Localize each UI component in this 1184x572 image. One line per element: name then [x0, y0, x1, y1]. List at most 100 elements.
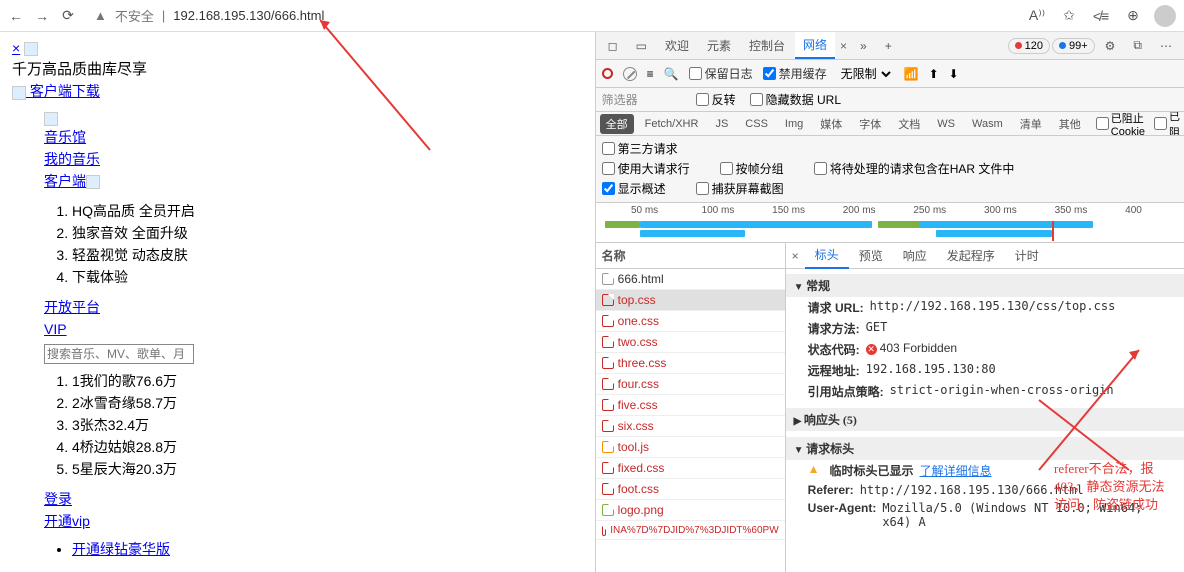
tab-timing[interactable]: 计时: [1005, 243, 1049, 268]
request-row[interactable]: 666.html: [596, 269, 785, 290]
type-chip[interactable]: CSS: [739, 116, 774, 132]
error-badge[interactable]: 120: [1008, 38, 1050, 54]
profile-avatar[interactable]: [1154, 5, 1176, 27]
close-detail-icon[interactable]: ×: [786, 249, 805, 263]
forward-icon[interactable]: →: [34, 8, 50, 24]
section-header[interactable]: 请求标头: [786, 437, 1184, 460]
request-row[interactable]: INA%7D%7DJID%7%3DJIDT%60PW: [596, 521, 785, 540]
referer-value: http://192.168.195.130/666.html: [860, 483, 1084, 497]
more-tabs-icon[interactable]: »: [852, 35, 875, 57]
add-tab-icon[interactable]: +: [877, 35, 900, 57]
back-icon[interactable]: ←: [8, 8, 24, 24]
request-row[interactable]: fixed.css: [596, 458, 785, 479]
request-row[interactable]: four.css: [596, 374, 785, 395]
settings-icon[interactable]: ⚙: [1097, 35, 1124, 57]
inspect-icon[interactable]: ◻: [600, 35, 626, 57]
third-party-checkbox[interactable]: 第三方请求: [602, 140, 678, 157]
login-link[interactable]: 登录: [44, 488, 583, 510]
blocked-req-checkbox[interactable]: 已阻: [1154, 112, 1180, 136]
type-chip[interactable]: 全部: [600, 114, 634, 134]
section-header[interactable]: 响应头 (5): [786, 408, 1184, 431]
learn-more-link[interactable]: 了解详细信息: [920, 462, 992, 479]
open-vip-link[interactable]: 开通vip: [44, 510, 583, 532]
device-icon[interactable]: ▭: [628, 35, 655, 57]
type-chip[interactable]: Fetch/XHR: [639, 116, 705, 132]
nav-link[interactable]: 音乐馆: [44, 126, 583, 148]
type-chip[interactable]: WS: [931, 116, 961, 132]
download-link[interactable]: 客户端下载: [26, 83, 100, 99]
section-header[interactable]: 常规: [786, 274, 1184, 297]
request-row[interactable]: one.css: [596, 311, 785, 332]
tab-console[interactable]: 控制台: [741, 33, 793, 58]
vip-link[interactable]: VIP: [44, 318, 583, 340]
dock-icon[interactable]: ⧉: [1125, 34, 1150, 57]
favorites-bar-icon[interactable]: ≮≡: [1090, 8, 1112, 24]
nav-link[interactable]: 客户端: [44, 170, 583, 192]
clear-icon[interactable]: [623, 67, 637, 81]
tab-elements[interactable]: 元素: [699, 33, 739, 58]
filter-icon[interactable]: ≡: [647, 67, 654, 81]
type-chip[interactable]: Wasm: [966, 116, 1009, 132]
file-icon: [602, 441, 614, 453]
wifi-icon[interactable]: 📶: [904, 67, 919, 81]
request-row[interactable]: tool.js: [596, 437, 785, 458]
request-row[interactable]: six.css: [596, 416, 785, 437]
filter-input[interactable]: 筛选器: [602, 91, 682, 108]
search-input[interactable]: [44, 344, 194, 364]
type-chip[interactable]: 清单: [1014, 114, 1048, 134]
file-icon: [602, 378, 614, 390]
preserve-log-checkbox[interactable]: 保留日志: [689, 65, 753, 82]
type-chip[interactable]: JS: [709, 116, 734, 132]
load-marker: [1052, 221, 1054, 241]
green-diamond-link[interactable]: 开通绿钻豪华版: [72, 541, 170, 557]
invert-checkbox[interactable]: 反转: [696, 91, 736, 108]
tab-preview[interactable]: 预览: [849, 243, 893, 268]
type-chip[interactable]: 文档: [892, 114, 926, 134]
open-platform-link[interactable]: 开放平台: [44, 296, 583, 318]
request-row[interactable]: two.css: [596, 332, 785, 353]
har-pending-checkbox[interactable]: 将待处理的请求包含在HAR 文件中: [814, 160, 1015, 177]
timeline-overview[interactable]: 50 ms 100 ms 150 ms 200 ms 250 ms 300 ms…: [596, 203, 1184, 243]
hide-data-url-checkbox[interactable]: 隐藏数据 URL: [750, 91, 841, 108]
upload-icon[interactable]: ⬆: [929, 67, 939, 81]
request-row[interactable]: foot.css: [596, 479, 785, 500]
show-overview-checkbox[interactable]: 显示概述: [602, 180, 666, 197]
more-icon[interactable]: ⋯: [1152, 35, 1180, 57]
capture-screenshot-checkbox[interactable]: 捕获屏幕截图: [696, 180, 784, 197]
collections-icon[interactable]: ⊕: [1122, 7, 1144, 24]
close-link[interactable]: ×: [12, 40, 20, 56]
favorite-icon[interactable]: ✩: [1058, 7, 1080, 24]
read-aloud-icon[interactable]: A⁾⁾: [1026, 7, 1048, 24]
url-text: 192.168.195.130/666.html: [173, 8, 324, 23]
name-header[interactable]: 名称: [596, 243, 785, 269]
type-chip[interactable]: 媒体: [814, 114, 848, 134]
broken-image-icon: [24, 42, 38, 56]
request-row[interactable]: logo.png: [596, 500, 785, 521]
throttle-select[interactable]: 无限制: [837, 66, 894, 82]
request-row[interactable]: five.css: [596, 395, 785, 416]
request-row[interactable]: three.css: [596, 353, 785, 374]
type-chip[interactable]: Img: [779, 116, 809, 132]
close-tab-icon[interactable]: ×: [837, 39, 850, 53]
info-badge[interactable]: 99+: [1052, 38, 1095, 54]
disable-cache-checkbox[interactable]: 禁用缓存: [763, 65, 827, 82]
group-frame-checkbox[interactable]: 按帧分组: [720, 160, 784, 177]
tab-headers[interactable]: 标头: [805, 243, 849, 269]
tab-initiator[interactable]: 发起程序: [937, 243, 1005, 268]
list-item: 下载体验: [72, 266, 583, 288]
tab-network[interactable]: 网络: [795, 32, 835, 59]
address-bar[interactable]: ▲ 不安全 | 192.168.195.130/666.html: [86, 6, 1016, 25]
warning-icon: ▲: [94, 8, 107, 23]
record-icon[interactable]: [602, 68, 613, 79]
request-row[interactable]: top.css: [596, 290, 785, 311]
tab-welcome[interactable]: 欢迎: [657, 33, 697, 58]
nav-link[interactable]: 我的音乐: [44, 148, 583, 170]
blocked-cookie-checkbox[interactable]: 已阻止 Cookie: [1096, 112, 1145, 136]
large-rows-checkbox[interactable]: 使用大请求行: [602, 160, 690, 177]
reload-icon[interactable]: ⟳: [60, 7, 76, 24]
tab-response[interactable]: 响应: [893, 243, 937, 268]
type-chip[interactable]: 字体: [853, 114, 887, 134]
type-chip[interactable]: 其他: [1053, 114, 1087, 134]
search-icon[interactable]: 🔍: [664, 67, 679, 81]
download-icon[interactable]: ⬇: [949, 67, 959, 81]
